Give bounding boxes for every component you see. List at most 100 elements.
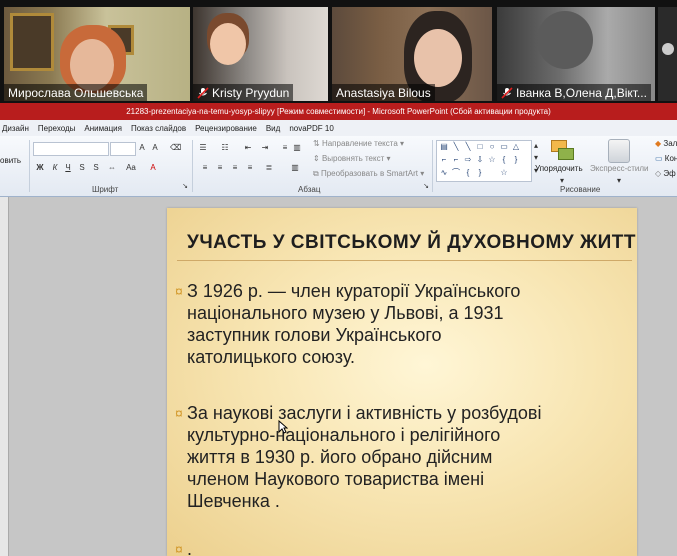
participant-tile-2[interactable]: Kristy Pryydun: [193, 7, 328, 101]
bullet-line: За наукові заслуги і активність у розбуд…: [187, 403, 542, 423]
participant-face: [414, 29, 462, 87]
ribbon-body: овить A A ⌫ Ж К Ч S S ⇔ Aa A Шрифт ↘ ☰ ☷…: [0, 136, 677, 197]
italic-icon[interactable]: К: [50, 163, 60, 173]
align-center-icon[interactable]: ≡: [215, 163, 225, 173]
participant-name: Anastasiya Bilous: [336, 85, 431, 100]
shape-curve-icon[interactable]: ∿: [439, 169, 449, 177]
shape-arrow-icon[interactable]: ⇨: [463, 156, 473, 164]
shape-effects-button[interactable]: ◇ Эф: [655, 169, 676, 178]
convert-smartart-button[interactable]: ⧉ Преобразовать в SmartArt ▾: [313, 169, 424, 179]
align-left-icon[interactable]: ≡: [200, 163, 210, 173]
tab-design[interactable]: Дизайн: [2, 124, 38, 133]
shape-fill-label: Зал: [663, 139, 677, 148]
participant-tile-1[interactable]: Мирослава Ольшевська: [4, 7, 190, 101]
shape-brace-icon[interactable]: {: [463, 169, 473, 177]
character-spacing-icon[interactable]: ⇔: [107, 163, 117, 173]
gallery-scroll-up-icon[interactable]: ▴: [531, 141, 541, 151]
underline-icon[interactable]: Ч: [63, 163, 73, 173]
shapes-gallery[interactable]: ▤ ╲ ╲ □ ○ ▭ △ ⌐ ⌐ ⇨ ⇩ ☆ { } ∿ ⌒ { } ☆: [436, 140, 532, 182]
increase-indent-icon[interactable]: ⇥: [260, 143, 270, 153]
shape-arrow-icon[interactable]: ⇩: [475, 156, 485, 164]
align-text-label: Выровнять текст: [321, 154, 385, 163]
shape-line-icon[interactable]: ╲: [451, 143, 461, 151]
bullets-icon[interactable]: ☰: [198, 143, 208, 153]
group-divider: [192, 140, 193, 192]
shape-brace-icon[interactable]: }: [475, 169, 485, 177]
decrease-indent-icon[interactable]: ⇤: [243, 143, 253, 153]
paragraph-dialog-launcher-icon[interactable]: ↘: [421, 182, 431, 192]
arrange-icon[interactable]: [549, 138, 575, 164]
justify-icon[interactable]: ≡: [245, 163, 255, 173]
restore-button-partial[interactable]: овить: [0, 156, 21, 165]
tab-transitions[interactable]: Переходы: [38, 124, 85, 133]
bullet-text: За наукові заслуги і активність у розбуд…: [187, 402, 627, 512]
participant-tile-4[interactable]: Іванка В,Олена Д,Вікт...: [497, 7, 655, 101]
bold-icon[interactable]: Ж: [35, 163, 45, 173]
participant-name-bar: Anastasiya Bilous: [332, 84, 435, 101]
group-divider: [432, 140, 433, 192]
participant-name-bar: Мирослава Ольшевська: [4, 84, 148, 101]
title-underline: [177, 260, 632, 261]
tab-view[interactable]: Вид: [266, 124, 289, 133]
mic-muted-icon: [197, 86, 209, 99]
shape-outline-button[interactable]: ▭ Кон: [655, 154, 677, 163]
shape-fill-button[interactable]: ◆ Зал: [655, 139, 677, 148]
bullet-glyph: ¤: [175, 283, 183, 299]
shape-brace-icon[interactable]: }: [511, 156, 521, 164]
align-text-button[interactable]: ⇕ Выровнять текст ▾: [313, 154, 391, 163]
tab-review[interactable]: Рецензирование: [195, 124, 266, 133]
shape-connector-icon[interactable]: ⌐: [451, 156, 461, 164]
bullet-line: культурно-національного і релігійного: [187, 425, 501, 445]
shape-outline-label: Кон: [664, 154, 677, 163]
font-color-icon[interactable]: A: [148, 163, 158, 173]
shape-rectangle-icon[interactable]: □: [475, 143, 485, 151]
arrange-label[interactable]: Упорядочить: [535, 164, 583, 173]
text-direction-button[interactable]: ⇅ Направление текста ▾: [313, 139, 404, 148]
bullet-line: католицького союзу.: [187, 347, 356, 367]
bullet-line: членом Наукового товариства імені: [187, 469, 485, 489]
video-participants-strip: Мирослава Ольшевська Kristy Pryydun Anas…: [0, 0, 677, 103]
quick-styles-dropdown-icon[interactable]: ▾: [614, 176, 624, 186]
column-settings-icon[interactable]: ▥: [290, 163, 300, 173]
distributed-icon[interactable]: ≣: [264, 163, 274, 173]
shrink-font-icon[interactable]: A: [150, 143, 160, 153]
shape-textbox-icon[interactable]: ▤: [439, 143, 449, 151]
shape-line-icon[interactable]: ╲: [463, 143, 473, 151]
font-name-combo[interactable]: [33, 142, 109, 156]
line-spacing-icon[interactable]: ≡: [280, 143, 290, 153]
group-label-paragraph: Абзац: [298, 185, 321, 194]
shape-star-icon[interactable]: ☆: [487, 156, 497, 164]
quick-styles-label[interactable]: Экспресс-стили: [590, 164, 649, 173]
shape-brace-icon[interactable]: {: [499, 156, 509, 164]
strikethrough-icon[interactable]: S: [77, 163, 87, 173]
shape-star-icon[interactable]: ☆: [499, 169, 509, 177]
grow-font-icon[interactable]: A: [137, 143, 147, 153]
align-right-icon[interactable]: ≡: [230, 163, 240, 173]
mouse-pointer-icon: [278, 420, 288, 434]
change-case-icon[interactable]: Aa: [126, 163, 136, 173]
participant-tile-5[interactable]: [658, 7, 677, 101]
numbering-icon[interactable]: ☷: [220, 143, 230, 153]
font-dialog-launcher-icon[interactable]: ↘: [180, 182, 190, 192]
gallery-scroll-down-icon[interactable]: ▾: [531, 153, 541, 163]
shape-rounded-rectangle-icon[interactable]: ▭: [499, 143, 509, 151]
slide-canvas[interactable]: УЧАСТЬ У СВІТСЬКОМУ Й ДУХОВНОМУ ЖИТТІ ¤ …: [167, 208, 637, 556]
slides-thumbnail-pane[interactable]: [0, 197, 9, 556]
slide-title[interactable]: УЧАСТЬ У СВІТСЬКОМУ Й ДУХОВНОМУ ЖИТТІ: [187, 232, 637, 254]
shape-curve-icon[interactable]: ⌒: [451, 169, 461, 177]
shape-triangle-icon[interactable]: △: [511, 143, 521, 151]
shape-oval-icon[interactable]: ○: [487, 143, 497, 151]
shadow-icon[interactable]: S: [91, 163, 101, 173]
tab-slideshow[interactable]: Показ слайдов: [131, 124, 195, 133]
tab-novapdf[interactable]: novaPDF 10: [289, 124, 342, 133]
clear-format-icon[interactable]: ⌫: [170, 143, 181, 153]
shape-connector-icon[interactable]: ⌐: [439, 156, 449, 164]
participant-tile-3[interactable]: Anastasiya Bilous: [332, 7, 492, 101]
quick-styles-icon[interactable]: [608, 139, 630, 163]
tab-animation[interactable]: Анимация: [84, 124, 131, 133]
mic-muted-icon: [501, 86, 513, 99]
participant-avatar: [662, 43, 674, 55]
columns-icon[interactable]: ▥: [292, 143, 302, 153]
powerpoint-title-bar: 21283-prezentaciya-na-temu-yosyp-slipyy …: [0, 103, 677, 120]
font-size-combo[interactable]: [110, 142, 136, 156]
